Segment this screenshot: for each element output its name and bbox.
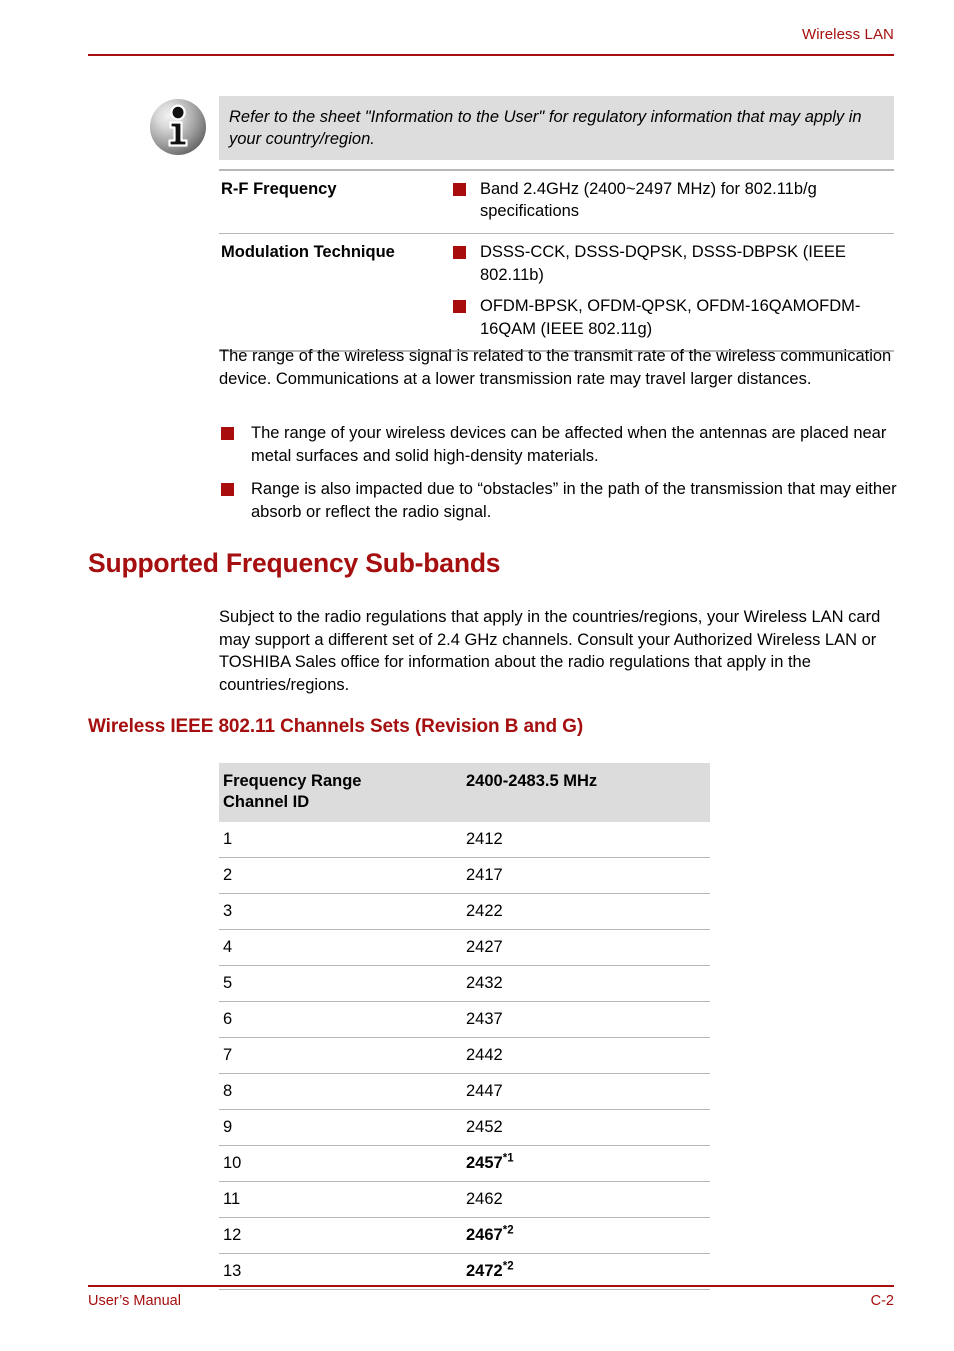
table-row: 10 2457*1: [219, 1145, 710, 1181]
table-row: 7 2442: [219, 1037, 710, 1073]
spec-item: Band 2.4GHz (2400~2497 MHz) for 802.11b/…: [453, 178, 894, 223]
channel-id: 7: [223, 1046, 233, 1064]
list-item: The range of your wireless devices can b…: [221, 422, 897, 467]
channel-id: 8: [223, 1082, 233, 1100]
section-heading: Supported Frequency Sub-bands: [88, 548, 501, 578]
channel-id: 10: [223, 1154, 242, 1172]
footer-manual-label: User’s Manual: [88, 1293, 181, 1309]
channel-frequency: 2457*1: [466, 1152, 514, 1172]
spec-label: R-F Frequency: [221, 179, 337, 198]
table-row: 5 2432: [219, 965, 710, 1001]
table-row: 9 2452: [219, 1109, 710, 1145]
table-row: 12 2467*2: [219, 1217, 710, 1253]
footer-divider: [88, 1285, 894, 1287]
range-bullet-list: The range of your wireless devices can b…: [221, 422, 897, 534]
info-icon: [150, 99, 206, 155]
channel-table-header-col1: Frequency Range Channel ID: [219, 771, 466, 813]
channel-id: 2: [223, 866, 233, 884]
channel-table-header-col1-line1: Frequency Range: [223, 772, 362, 790]
list-item-text: The range of your wireless devices can b…: [251, 424, 887, 465]
channel-frequency: 2467*2: [466, 1224, 514, 1244]
table-row: 6 2437: [219, 1001, 710, 1037]
table-row: 4 2427: [219, 929, 710, 965]
channel-frequency: 2417: [466, 866, 503, 884]
channel-id: 9: [223, 1118, 233, 1136]
square-bullet-icon: [221, 427, 234, 440]
square-bullet-icon: [221, 483, 234, 496]
note-text: Refer to the sheet "Information to the U…: [229, 108, 862, 148]
channel-frequency: 2462: [466, 1190, 503, 1208]
channel-id: 11: [223, 1190, 241, 1208]
table-row: 11 2462: [219, 1181, 710, 1217]
table-row: 2 2417: [219, 857, 710, 893]
page-footer: User’s Manual C-2: [88, 1293, 894, 1309]
info-icon-glyph: [168, 104, 188, 147]
channel-table-header: Frequency Range Channel ID 2400-2483.5 M…: [219, 763, 710, 822]
specifications-table: R-F Frequency Band 2.4GHz (2400~2497 MHz…: [219, 169, 894, 352]
channel-table-header-col2: 2400-2483.5 MHz: [466, 772, 598, 790]
channel-frequency: 2432: [466, 974, 503, 992]
footnote-marker: *1: [502, 1152, 514, 1165]
channel-frequency: 2472*2: [466, 1260, 514, 1280]
spec-values: DSSS-CCK, DSSS-DQPSK, DSSS-DBPSK (IEEE 8…: [453, 241, 894, 342]
note-callout: Refer to the sheet "Information to the U…: [219, 96, 894, 160]
channel-frequency: 2412: [466, 830, 503, 848]
channel-id: 4: [223, 938, 233, 956]
spec-row-rf-frequency: R-F Frequency Band 2.4GHz (2400~2497 MHz…: [219, 171, 894, 234]
footnote-marker: *2: [502, 1224, 514, 1237]
page-header: Wireless LAN: [88, 26, 894, 44]
footer-page-number: C-2: [870, 1293, 894, 1309]
square-bullet-icon: [453, 246, 466, 259]
channel-frequency: 2427: [466, 938, 503, 956]
channel-frequency: 2422: [466, 902, 503, 920]
square-bullet-icon: [453, 182, 466, 196]
channel-id: 5: [223, 974, 233, 992]
channel-table: Frequency Range Channel ID 2400-2483.5 M…: [219, 763, 710, 1290]
spec-item-text: Band 2.4GHz (2400~2497 MHz) for 802.11b/…: [480, 179, 817, 221]
channel-table-bottom-rule: [219, 1289, 710, 1290]
spec-item-text: DSSS-CCK, DSSS-DQPSK, DSSS-DBPSK (IEEE 8…: [480, 243, 846, 284]
channel-frequency: 2437: [466, 1010, 503, 1028]
channel-id: 12: [223, 1226, 242, 1244]
channel-frequency: 2447: [466, 1082, 503, 1100]
header-divider: [88, 54, 894, 56]
table-row: 13 2472*2: [219, 1253, 710, 1289]
channel-id: 1: [223, 830, 233, 848]
spec-row-modulation-technique: Modulation Technique DSSS-CCK, DSSS-DQPS…: [219, 234, 894, 352]
channel-id: 3: [223, 902, 233, 920]
section-paragraph: Subject to the radio regulations that ap…: [219, 608, 881, 694]
table-row: 3 2422: [219, 893, 710, 929]
list-item-text: Range is also impacted due to “obstacles…: [251, 480, 897, 521]
page-header-title: Wireless LAN: [801, 26, 894, 43]
channel-table-header-col1-line2: Channel ID: [223, 793, 310, 811]
document-page: Wireless LAN Refer to the sheet "Informa…: [0, 0, 954, 1351]
table-row: 8 2447: [219, 1073, 710, 1109]
table-row: 1 2412: [219, 822, 710, 857]
footnote-marker: *2: [502, 1260, 514, 1273]
range-paragraph: The range of the wireless signal is rela…: [219, 347, 892, 388]
spec-item: DSSS-CCK, DSSS-DQPSK, DSSS-DBPSK (IEEE 8…: [453, 241, 894, 286]
spec-label: Modulation Technique: [221, 243, 395, 261]
list-item: Range is also impacted due to “obstacles…: [221, 478, 897, 523]
channel-frequency: 2442: [466, 1046, 503, 1064]
spec-item-text: OFDM-BPSK, OFDM-QPSK, OFDM-16QAMOFDM-16Q…: [480, 297, 861, 338]
section-subheading: Wireless IEEE 802.11 Channels Sets (Revi…: [88, 716, 584, 737]
channel-frequency: 2452: [466, 1118, 503, 1136]
channel-id: 13: [223, 1262, 242, 1280]
spec-values: Band 2.4GHz (2400~2497 MHz) for 802.11b/…: [453, 178, 894, 225]
square-bullet-icon: [453, 300, 466, 313]
channel-id: 6: [223, 1010, 233, 1028]
spec-item: OFDM-BPSK, OFDM-QPSK, OFDM-16QAMOFDM-16Q…: [453, 295, 894, 340]
